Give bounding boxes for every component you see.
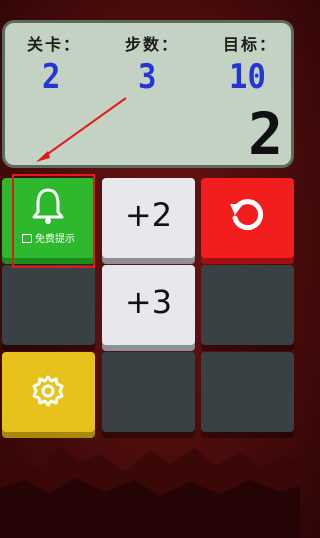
tile-plus-2-label: +2: [124, 196, 173, 234]
empty-tile: [201, 265, 294, 345]
settings-button[interactable]: [2, 352, 95, 432]
gear-icon: [32, 375, 64, 407]
annotation-box: [12, 174, 95, 268]
current-value: 2: [248, 100, 283, 168]
empty-tile: [102, 352, 195, 432]
mountain-background: [0, 446, 300, 538]
undo-icon: [230, 199, 264, 231]
level-label: 关卡：: [27, 35, 82, 54]
steps-label: 步数：: [125, 35, 180, 54]
steps-value: 3: [138, 57, 157, 97]
tile-plus-2[interactable]: +2: [102, 178, 195, 258]
undo-button[interactable]: [201, 178, 294, 258]
empty-tile: [201, 352, 294, 432]
status-panel: 关卡： 步数： 目标： 2 3 10 2: [2, 20, 294, 168]
target-label: 目标：: [223, 35, 278, 54]
level-value: 2: [42, 57, 61, 97]
empty-tile: [2, 265, 95, 345]
tile-plus-3-label: +3: [124, 283, 173, 321]
target-value: 10: [229, 57, 266, 97]
tile-plus-3[interactable]: +3: [102, 265, 195, 345]
